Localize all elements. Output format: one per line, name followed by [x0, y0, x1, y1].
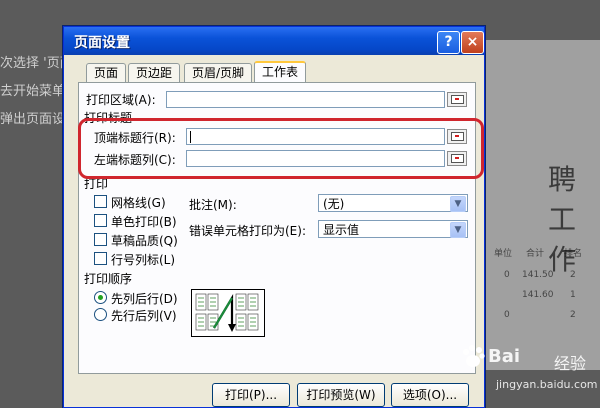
row-col-headings-label: 行号列标(L): [111, 253, 176, 267]
chevron-down-icon[interactable]: ▼: [450, 196, 466, 212]
bg-cell: 单位: [494, 249, 513, 259]
page-order-group-title: 打印顺序: [84, 272, 133, 286]
draft-quality-checkbox[interactable]: [94, 233, 107, 246]
page-order-diagram-icon: [195, 293, 259, 332]
bg-cell: 合计: [526, 249, 545, 259]
over-then-down-label: 先行后列(V): [111, 309, 177, 323]
chevron-down-icon[interactable]: ▼: [450, 222, 466, 238]
bg-cell: 0: [504, 270, 510, 280]
print-area-label: 打印区域(A):: [86, 93, 156, 107]
bg-text-3: 弹出页面设: [0, 112, 66, 127]
cell-errors-select[interactable]: 显示值 ▼: [318, 220, 468, 238]
print-preview-button[interactable]: 打印预览(W): [297, 383, 385, 407]
watermark: Bai 经验 jingyan.baidu.com: [452, 340, 600, 400]
print-area-collapse-button[interactable]: [447, 92, 467, 107]
comments-value: (无): [323, 197, 345, 211]
help-button[interactable]: ?: [437, 31, 460, 54]
page-order-preview: [191, 289, 265, 337]
bg-cell: 0: [504, 310, 510, 320]
tab-page[interactable]: 页面: [86, 63, 127, 83]
down-then-over-radio[interactable]: [94, 291, 107, 304]
bg-cell: 2: [570, 310, 576, 320]
dialog-titlebar[interactable]: 页面设置 ? ×: [64, 27, 484, 55]
bg-text-1: 次选择 '页面: [0, 56, 73, 71]
dialog-title: 页面设置: [74, 35, 130, 51]
page-setup-dialog: 页面设置 ? × 页面 页边距 页眉/页脚 工作表 打印区域(A): 打印标题 …: [63, 26, 485, 408]
print-area-input[interactable]: [166, 91, 445, 108]
row-col-headings-checkbox[interactable]: [94, 252, 107, 265]
tab-margins[interactable]: 页边距: [128, 63, 181, 83]
bg-heading: 聘工作: [548, 163, 577, 276]
cell-errors-value: 显示值: [323, 223, 360, 237]
annotation-highlight: [78, 118, 484, 179]
draft-quality-label: 草稿品质(Q): [111, 234, 178, 248]
paw-logo-icon: [463, 345, 485, 367]
down-then-over-label: 先列后行(D): [111, 292, 178, 306]
bg-cell: 141.60: [522, 290, 554, 300]
watermark-brand: Bai: [488, 346, 521, 367]
comments-label: 批注(M):: [189, 198, 237, 212]
watermark-suffix: 经验: [554, 354, 587, 373]
over-then-down-radio[interactable]: [94, 308, 107, 321]
gridlines-label: 网格线(G): [111, 196, 166, 210]
bg-cell: 1: [570, 290, 576, 300]
black-white-checkbox[interactable]: [94, 214, 107, 227]
comments-select[interactable]: (无) ▼: [318, 194, 468, 212]
tab-header-footer[interactable]: 页眉/页脚: [184, 63, 253, 83]
print-button[interactable]: 打印(P)...: [212, 383, 290, 407]
watermark-url: jingyan.baidu.com: [496, 378, 598, 391]
gridlines-checkbox[interactable]: [94, 195, 107, 208]
close-button[interactable]: ×: [461, 31, 484, 54]
cell-errors-label: 错误单元格打印为(E):: [189, 224, 306, 238]
black-white-label: 单色打印(B): [111, 215, 177, 229]
range-select-icon: [451, 95, 464, 104]
